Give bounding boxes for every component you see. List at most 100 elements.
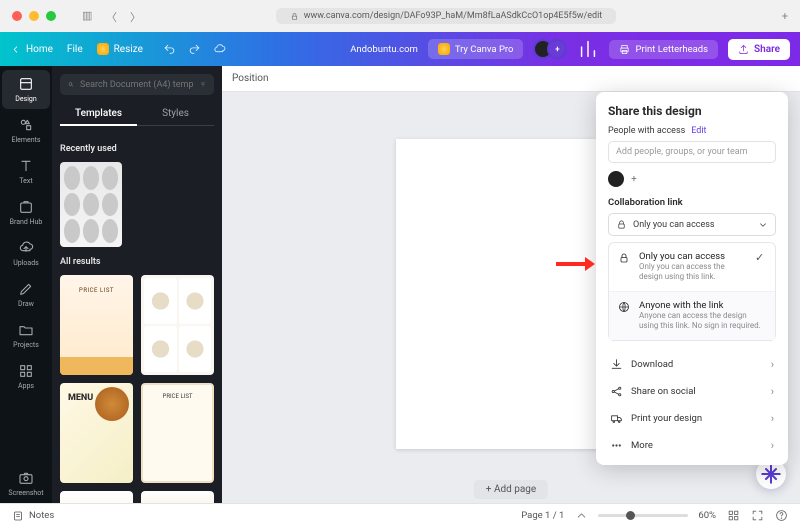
file-menu[interactable]: File <box>67 44 83 55</box>
add-people-input[interactable]: Add people, groups, or your team <box>608 141 776 163</box>
grid-view-icon[interactable] <box>726 509 740 523</box>
zoom-value[interactable]: 60% <box>698 510 716 521</box>
option-anyone-link[interactable]: Anyone with the link Anyone can access t… <box>609 291 775 340</box>
more-option[interactable]: More› <box>608 432 776 459</box>
panel-tabs: Templates Styles <box>60 103 214 126</box>
app-header: Home File Resize Andobuntu.com Try Canva… <box>0 32 800 66</box>
design-icon <box>18 76 34 92</box>
add-person-icon[interactable]: + <box>627 172 641 186</box>
redo-icon[interactable] <box>188 43 201 56</box>
help-icon[interactable] <box>774 509 788 523</box>
cloud-sync-icon[interactable] <box>213 43 226 56</box>
annotation-arrow <box>556 262 586 266</box>
new-tab-icon[interactable]: + <box>782 10 788 23</box>
more-icon <box>610 439 623 452</box>
url-bar[interactable]: www.canva.com/design/DAFo93P_haM/Mm8fLaA… <box>152 8 740 24</box>
rail-brand-hub[interactable]: Brand Hub <box>2 193 50 232</box>
print-design-option[interactable]: Print your design› <box>608 405 776 432</box>
upload-icon <box>738 44 749 55</box>
insights-icon[interactable] <box>577 38 599 60</box>
collab-link-label: Collaboration link <box>608 197 776 208</box>
tab-styles[interactable]: Styles <box>137 103 214 126</box>
uploads-icon <box>18 240 34 256</box>
printer-icon <box>619 44 630 55</box>
option-only-you[interactable]: Only you can access Only you can access … <box>609 243 775 291</box>
share-button[interactable]: Share <box>728 39 790 60</box>
chevron-right-icon: › <box>771 358 774 371</box>
position-button[interactable]: Position <box>232 73 268 84</box>
folder-icon <box>18 322 34 338</box>
people-access-label: People with access Edit <box>608 126 776 136</box>
rail-apps[interactable]: Apps <box>2 357 50 396</box>
rail-draw[interactable]: Draw <box>2 275 50 314</box>
download-option[interactable]: Download› <box>608 351 776 378</box>
sidebar-icon[interactable]: ▥ <box>82 9 96 23</box>
home-label: Home <box>26 44 53 55</box>
status-bar: Notes Page 1 / 1 60% <box>0 503 800 527</box>
close-window-icon[interactable] <box>12 11 22 21</box>
search-input[interactable] <box>80 80 194 90</box>
chevron-up-icon[interactable] <box>574 509 588 523</box>
filter-icon[interactable] <box>200 79 206 90</box>
rail-screenshot[interactable]: Screenshot <box>2 464 50 503</box>
add-collaborator-icon[interactable]: + <box>547 39 567 59</box>
lock-icon <box>618 252 630 264</box>
chevron-right-icon: › <box>771 439 774 452</box>
link-access-select[interactable]: Only you can access <box>608 213 776 236</box>
templates-panel: Templates Styles Portfolio Border Menu C… <box>52 66 222 503</box>
edit-access-link[interactable]: Edit <box>691 126 706 136</box>
template-thumbnail[interactable] <box>141 275 214 375</box>
resize-button[interactable]: Resize <box>97 43 143 55</box>
zoom-slider[interactable] <box>598 514 688 517</box>
template-thumbnail[interactable] <box>60 383 133 483</box>
rail-elements[interactable]: Elements <box>2 111 50 150</box>
context-toolbar: Position <box>222 66 800 92</box>
template-thumbnail[interactable] <box>60 162 122 247</box>
brand-hub-icon <box>18 199 34 215</box>
browser-toolbar-icons: ▥ 〈 〉 <box>82 9 144 23</box>
chevron-down-icon <box>758 220 768 230</box>
rail-uploads[interactable]: Uploads <box>2 234 50 273</box>
browser-titlebar: ▥ 〈 〉 www.canva.com/design/DAFo93P_haM/M… <box>0 0 800 32</box>
rail-text[interactable]: Text <box>2 152 50 191</box>
search-icon <box>68 79 74 90</box>
notes-icon <box>12 510 24 522</box>
collaborator-avatars[interactable]: + <box>533 38 567 60</box>
tab-templates[interactable]: Templates <box>60 103 137 126</box>
apps-icon <box>18 363 34 379</box>
all-results-heading: All results <box>60 257 214 267</box>
rail-design[interactable]: Design <box>2 70 50 109</box>
try-pro-button[interactable]: Try Canva Pro <box>428 39 524 59</box>
document-page[interactable] <box>396 139 626 449</box>
maximize-window-icon[interactable] <box>46 11 56 21</box>
undo-icon[interactable] <box>163 43 176 56</box>
crown-icon <box>438 43 450 55</box>
template-thumbnail[interactable] <box>60 275 133 375</box>
add-page-button[interactable]: + Add page <box>474 480 548 499</box>
print-button[interactable]: Print Letterheads <box>609 40 718 59</box>
share-social-option[interactable]: Share on social› <box>608 378 776 405</box>
chevron-left-icon[interactable]: 〈 <box>106 9 120 23</box>
download-icon <box>610 358 623 371</box>
canvas-workspace: Position + Add page Share this design Pe… <box>222 66 800 503</box>
template-thumbnail[interactable] <box>141 383 214 483</box>
template-thumbnail[interactable] <box>60 491 133 503</box>
lock-icon <box>616 219 627 230</box>
fullscreen-icon[interactable] <box>750 509 764 523</box>
side-rail: Design Elements Text Brand Hub Uploads D… <box>0 66 52 503</box>
brand-label[interactable]: Andobuntu.com <box>350 44 418 55</box>
chevron-right-icon: › <box>771 412 774 425</box>
window-controls <box>12 11 56 21</box>
minimize-window-icon[interactable] <box>29 11 39 21</box>
chevron-right-icon[interactable]: 〉 <box>130 9 144 23</box>
canvas-area[interactable]: + Add page Share this design People with… <box>222 92 800 503</box>
rail-projects[interactable]: Projects <box>2 316 50 355</box>
template-search[interactable] <box>60 74 214 95</box>
url-text: www.canva.com/design/DAFo93P_haM/Mm8fLaA… <box>304 11 603 21</box>
page-indicator[interactable]: Page 1 / 1 <box>521 510 564 521</box>
text-icon <box>18 158 34 174</box>
home-button[interactable]: Home <box>10 44 53 55</box>
avatar <box>608 171 624 187</box>
notes-button[interactable]: Notes <box>12 510 54 522</box>
template-thumbnail[interactable] <box>141 491 214 503</box>
